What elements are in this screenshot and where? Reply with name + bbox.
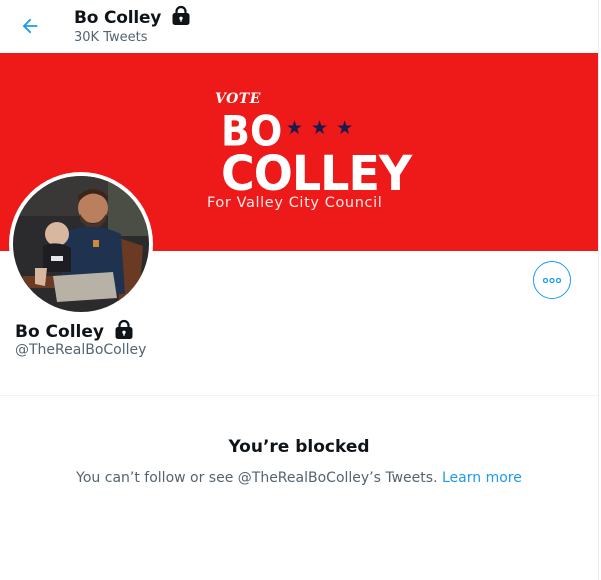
banner-tagline: For Valley City Council	[207, 195, 383, 211]
blocked-title: You’re blocked	[228, 437, 370, 457]
lock-icon	[172, 5, 190, 25]
header-name: Bo Colley	[74, 5, 191, 28]
header-name-text: Bo Colley	[74, 8, 162, 28]
divider	[0, 395, 598, 396]
column-border	[598, 0, 599, 580]
blocked-message-text: You can’t follow or see @TheRealBoColley…	[76, 470, 442, 486]
arrow-left-icon	[22, 18, 38, 34]
profile-name-text: Bo Colley	[15, 322, 104, 342]
lock-icon	[115, 319, 133, 339]
profile-handle: @TheRealBoColley	[15, 342, 147, 358]
tweet-count: 30K Tweets	[74, 30, 148, 45]
banner-last-name: COLLEY	[221, 145, 412, 202]
profile-name: Bo Colley	[15, 319, 134, 342]
back-button[interactable]	[12, 9, 48, 43]
more-dots-icon	[543, 278, 561, 283]
banner-stars: ★★★	[286, 117, 362, 139]
more-options-button[interactable]	[533, 261, 571, 299]
avatar-photo	[13, 176, 149, 312]
profile-header: Bo Colley 30K Tweets	[0, 0, 598, 53]
blocked-message: You can’t follow or see @TheRealBoColley…	[0, 470, 598, 486]
avatar[interactable]	[9, 172, 153, 316]
learn-more-link[interactable]: Learn more	[442, 470, 522, 486]
banner-vote-text: VOTE	[215, 91, 261, 107]
